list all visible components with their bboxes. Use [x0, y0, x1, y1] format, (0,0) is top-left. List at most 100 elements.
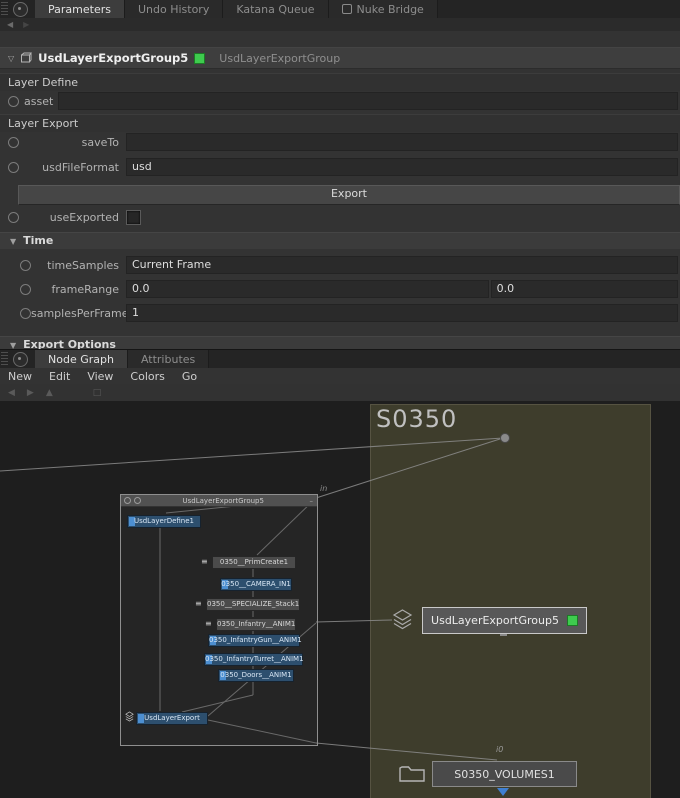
node-usdlayerexport[interactable]: UsdLayerExport: [136, 712, 208, 725]
node-label: S0350_VOLUMES1: [454, 768, 555, 781]
useexported-checkbox[interactable]: [126, 210, 141, 225]
tab-attributes-label: Attributes: [141, 351, 195, 368]
tab-parameters-label: Parameters: [48, 1, 111, 18]
nodegraph-toolbar: ◀ ▶ ▲ □: [0, 384, 680, 402]
param-state-badge-icon[interactable]: [20, 284, 31, 295]
param-state-badge-icon[interactable]: [8, 212, 19, 223]
menu-go[interactable]: Go: [182, 370, 197, 383]
tab-parameters[interactable]: Parameters: [35, 0, 125, 18]
nodegraph-tabbar: Node Graph Attributes: [0, 350, 680, 368]
node-specialize-stack1[interactable]: 0350__SPECIALIZE_Stack1: [206, 598, 300, 611]
pane-menu-button[interactable]: [13, 2, 28, 17]
node-camera-in1[interactable]: 0350__CAMERA_IN1: [220, 578, 292, 591]
up-arrow-icon[interactable]: ▲: [46, 388, 53, 398]
section-layer-export: Layer Export: [0, 114, 680, 132]
nodegraph-pane: Node Graph Attributes New Edit View Colo…: [0, 350, 680, 798]
node-label: 0350_InfantryGun__ANIM1: [209, 636, 302, 644]
node-label: UsdLayerDefine1: [134, 517, 194, 525]
stack-icon: ≡: [205, 620, 212, 628]
group-title: UsdLayerExportGroup5: [141, 497, 306, 505]
node-primcreate1[interactable]: 0350__PrimCreate1: [212, 556, 296, 569]
parameters-nav-row: ◀ ▶: [0, 18, 680, 31]
param-state-badge-icon[interactable]: [8, 96, 19, 107]
collapse-triangle-icon[interactable]: ▽: [8, 54, 14, 63]
framerange-start-field[interactable]: 0.0: [126, 280, 489, 298]
group-collapse-icon[interactable]: [124, 497, 131, 504]
param-row-useexported: useExported: [0, 209, 680, 225]
menu-edit[interactable]: Edit: [49, 370, 70, 383]
node-wires: [0, 401, 680, 798]
node-label: 0350_Infantry__ANIM1: [217, 620, 295, 628]
node-infantry-anim1[interactable]: 0350_Infantry__ANIM1: [216, 618, 296, 631]
group-header[interactable]: UsdLayerExportGroup5 –: [121, 495, 317, 507]
menu-new[interactable]: New: [8, 370, 32, 383]
timesamples-field[interactable]: Current Frame: [126, 256, 678, 274]
pane-menu-button[interactable]: [13, 352, 28, 367]
node-label: UsdLayerExport: [144, 714, 200, 722]
back-arrow-icon[interactable]: ◀: [8, 388, 15, 398]
tab-katana-queue-label: Katana Queue: [236, 1, 314, 18]
node-doors-anim1[interactable]: 0350_Doors__ANIM1: [218, 669, 294, 682]
param-state-badge-icon[interactable]: [20, 308, 31, 319]
group-in-port-label: in: [320, 484, 327, 493]
forward-arrow-icon[interactable]: ▶: [27, 388, 34, 398]
menu-colors[interactable]: Colors: [130, 370, 164, 383]
tab-katana-queue[interactable]: Katana Queue: [223, 0, 328, 18]
param-state-badge-icon[interactable]: [20, 260, 31, 271]
framerange-end-field[interactable]: 0.0: [491, 280, 678, 298]
parameters-pane: Parameters Undo History Katana Queue Nuk…: [0, 0, 680, 349]
section-layer-export-label: Layer Export: [8, 117, 78, 130]
menu-view[interactable]: View: [87, 370, 113, 383]
samplesperframe-field[interactable]: 1: [126, 304, 678, 322]
asset-field[interactable]: [58, 92, 678, 110]
group-edit-icon[interactable]: [134, 497, 141, 504]
node-label: 0350_Doors__ANIM1: [220, 671, 291, 679]
export-options-group-header[interactable]: ▼Export Options: [0, 336, 680, 349]
layer-stack-icon: [124, 711, 135, 722]
node-state-green-square: [194, 53, 205, 64]
asset-label: asset: [19, 95, 58, 108]
param-row-samplesperframe: samplesPerFrame 1: [0, 303, 680, 323]
param-row-framerange: frameRange 0.0 0.0: [0, 279, 680, 299]
parameters-tabbar: Parameters Undo History Katana Queue Nuk…: [0, 0, 680, 18]
node-output-port[interactable]: [500, 634, 507, 636]
output-flag-icon[interactable]: [497, 788, 509, 796]
nodegraph-canvas[interactable]: S0350: [0, 401, 680, 798]
node-usdlayerdefine1[interactable]: UsdLayerDefine1: [127, 515, 201, 528]
frame-view-icon[interactable]: □: [93, 388, 102, 398]
param-state-badge-icon[interactable]: [8, 137, 19, 148]
layer-stack-icon: [391, 608, 414, 631]
node-cube-icon: [20, 52, 32, 64]
export-button[interactable]: Export: [18, 185, 680, 205]
chevron-down-icon: ▼: [10, 341, 16, 349]
chevron-down-icon: ▼: [10, 237, 16, 246]
wire-junction-dot[interactable]: [501, 434, 510, 443]
tab-undo-history[interactable]: Undo History: [125, 0, 223, 18]
pane-grip[interactable]: [1, 352, 8, 366]
pane-grip[interactable]: [1, 2, 8, 16]
tab-nuke-bridge-label: Nuke Bridge: [357, 1, 424, 18]
saveto-label: saveTo: [19, 136, 126, 149]
framerange-label: frameRange: [31, 283, 126, 296]
node-name: UsdLayerExportGroup5: [38, 51, 188, 65]
section-layer-define: Layer Define: [0, 73, 680, 91]
node-s0350-volumes1[interactable]: S0350_VOLUMES1: [432, 761, 577, 787]
node-usdlayerexportgroup5[interactable]: UsdLayerExportGroup5: [422, 607, 587, 634]
forward-arrow-icon[interactable]: ▶: [23, 18, 29, 31]
group-minimize-icon[interactable]: –: [310, 497, 314, 505]
tab-nuke-bridge[interactable]: Nuke Bridge: [329, 0, 438, 18]
node-infantrygun-anim1[interactable]: 0350_InfantryGun__ANIM1: [208, 634, 300, 647]
tab-undo-history-label: Undo History: [138, 1, 209, 18]
tab-node-graph[interactable]: Node Graph: [35, 350, 128, 368]
tab-attributes[interactable]: Attributes: [128, 350, 209, 368]
saveto-field[interactable]: [126, 133, 678, 151]
param-row-timesamples: timeSamples Current Frame: [0, 255, 680, 275]
node-infantryturret-anim1[interactable]: 0350_InfantryTurret__ANIM1: [204, 653, 303, 666]
usdfileformat-label: usdFileFormat: [19, 161, 126, 174]
back-arrow-icon[interactable]: ◀: [7, 18, 13, 31]
time-group-header[interactable]: ▼Time: [0, 232, 680, 249]
usdfileformat-field[interactable]: usd: [126, 158, 678, 176]
volumes-input-port-label: i0: [496, 745, 503, 754]
param-state-badge-icon[interactable]: [8, 162, 19, 173]
node-label: 0350__SPECIALIZE_Stack1: [207, 600, 299, 608]
